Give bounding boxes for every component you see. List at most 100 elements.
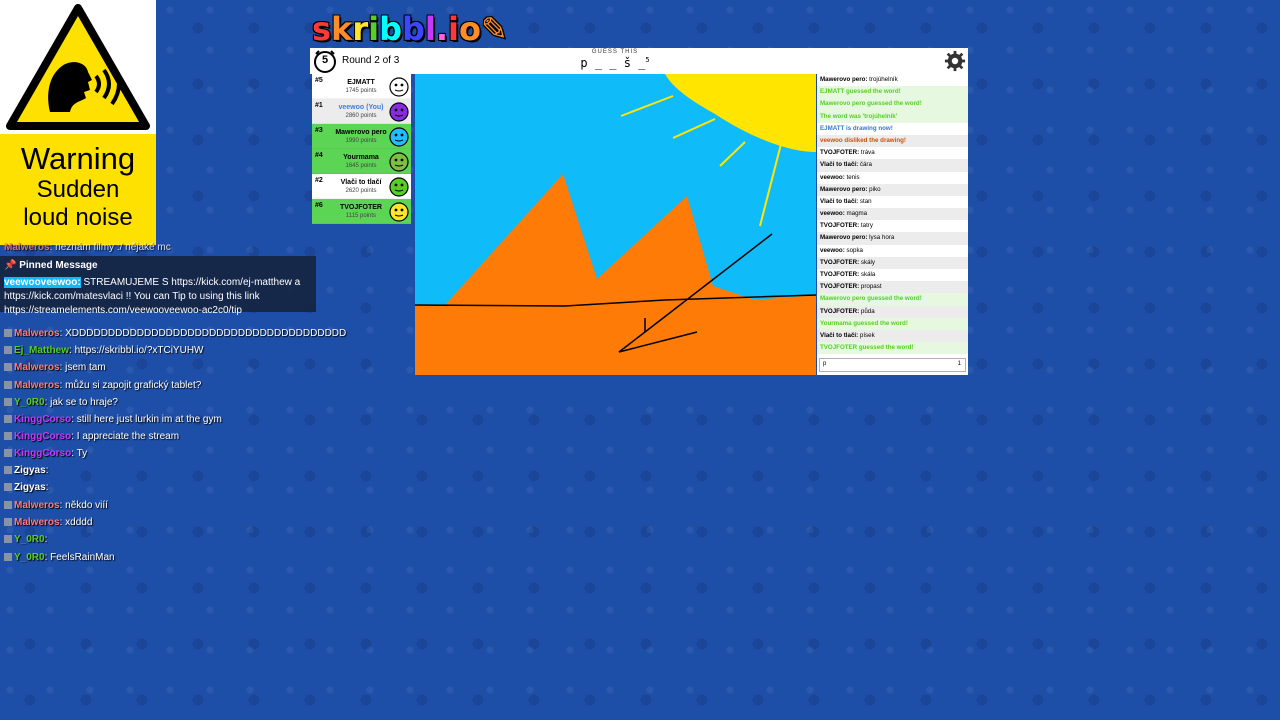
- chat-message: TVOJFOTER: skály: [817, 256, 968, 269]
- game-chat: Mawerovo pero: trojúhelník EJMATT guessed…: [817, 74, 968, 375]
- chat-user: Vlači to tlačí:: [820, 197, 860, 205]
- player-points: 2620 points: [345, 188, 377, 194]
- stream-chat-user: KinggCorso: [14, 431, 72, 442]
- chat-user: Mawerovo pero:: [820, 185, 870, 193]
- user-badge-icon: [4, 432, 12, 441]
- settings-gear-icon[interactable]: [944, 50, 966, 72]
- chat-text: TVOJFOTER guessed the word!: [820, 344, 914, 352]
- user-badge-icon: [4, 449, 12, 458]
- chat-user: veewoo:: [820, 210, 847, 218]
- chat-text: tatry: [860, 222, 873, 230]
- stream-chat-text: : můžu si zapojit grafický tablet?: [59, 380, 202, 391]
- stream-chat-user: KinggCorso: [14, 414, 72, 425]
- player-points: 1745 points: [345, 88, 377, 94]
- player-name: EJMATT: [347, 79, 375, 86]
- chat-message: TVOJFOTER: skála: [817, 269, 968, 282]
- player-rank: #2: [315, 177, 323, 184]
- player-row[interactable]: #6 TVOJFOTER 1115 points: [312, 199, 411, 224]
- stream-chat-message: KinggCorso: Ty: [4, 448, 87, 459]
- chat-message: Mawerovo pero: piko: [817, 183, 968, 196]
- chat-text: The word was 'trojúhelník': [820, 112, 898, 120]
- user-badge-icon: [4, 501, 12, 510]
- logo-letter: l: [424, 10, 436, 48]
- chat-message: The word was 'trojúhelník': [817, 110, 968, 123]
- player-avatar-icon: [389, 102, 409, 122]
- player-avatar-icon: [389, 127, 409, 147]
- player-points: 2860 points: [345, 113, 377, 119]
- guess-input[interactable]: p 1: [819, 358, 966, 372]
- chat-text: magma: [846, 210, 868, 218]
- chat-message: EJMATT guessed the word!: [817, 86, 968, 99]
- user-badge-icon: [4, 415, 12, 424]
- stream-chat-text: : jsem tam: [59, 362, 106, 373]
- chat-text: skály: [860, 258, 876, 266]
- stream-chat-user: Malweros: [4, 242, 50, 253]
- player-name: Vlači to tlačí: [340, 179, 382, 186]
- player-rank: #6: [315, 202, 323, 209]
- player-row[interactable]: #2 Vlači to tlačí 2620 points: [312, 174, 411, 199]
- stream-chat-user: Y_0R0: [14, 397, 45, 408]
- warning-text-panel: Warning Sudden loud noise: [0, 134, 156, 245]
- warning-triangle-icon: [6, 4, 150, 130]
- user-badge-icon: [4, 329, 12, 338]
- stream-chat-message: KinggCorso: still here just lurkin im at…: [4, 414, 222, 425]
- word-length: 5: [645, 56, 650, 64]
- logo-letter: o: [458, 10, 481, 48]
- chat-text: půda: [860, 307, 875, 315]
- pencil-icon: ✎: [480, 10, 508, 48]
- player-row[interactable]: #3 Mawerovo pero 1990 points: [312, 124, 411, 149]
- user-badge-icon: [4, 483, 12, 492]
- stream-chat-message: Malweros: XDDDDDDDDDDDDDDDDDDDDDDDDDDDDD…: [4, 328, 346, 339]
- warning-title: Warning: [20, 141, 136, 176]
- chat-text: sopka: [846, 246, 863, 254]
- chat-user: TVOJFOTER:: [820, 149, 861, 157]
- stream-chat-text: : xdddd: [59, 517, 93, 528]
- drawing-canvas[interactable]: [415, 74, 816, 375]
- stream-chat-message: Y_0R0:: [4, 534, 47, 545]
- chat-message: veewoo: magma: [817, 208, 968, 221]
- stream-chat-text: :: [45, 482, 49, 493]
- stream-chat-text: : Ty: [71, 448, 88, 459]
- stream-chat-overlay: Malweros: neznám filmy :/ nějaké mc 📌 Pi…: [0, 240, 346, 570]
- warning-line: loud noise: [23, 204, 133, 231]
- chat-user: TVOJFOTER:: [820, 258, 861, 266]
- logo-letter: .: [435, 10, 449, 48]
- stream-chat-user: Y_0R0: [14, 534, 45, 545]
- stream-chat-user: Malweros: [14, 500, 60, 511]
- stream-chat-message: Ej_Matthew: https://skribbl.io/?xTCiYUHW: [4, 345, 204, 356]
- chat-text: trojúhelník: [869, 76, 898, 83]
- player-rank: #4: [315, 152, 323, 159]
- stream-chat-user: Y_0R0: [14, 552, 45, 563]
- stream-chat-text: : XDDDDDDDDDDDDDDDDDDDDDDDDDDDDDDDDDDDDD…: [59, 328, 347, 339]
- stream-chat-text: :: [44, 534, 48, 545]
- stream-chat-text: : neznám filmy :/ nějaké mc: [49, 242, 171, 253]
- logo-letter: r: [352, 10, 369, 48]
- pinned-header: 📌 Pinned Message: [4, 260, 98, 271]
- chat-user: Mawerovo pero:: [820, 234, 870, 242]
- stream-chat-message: Zigyas:: [4, 482, 48, 493]
- player-rank: #3: [315, 127, 323, 134]
- chat-message: Mawerovo pero: trojúhelník: [817, 74, 968, 87]
- stream-chat-text: : jak se to hraje?: [44, 397, 118, 408]
- chat-message: veewoo disliked the drawing!: [817, 134, 968, 148]
- chat-user: TVOJFOTER:: [820, 307, 861, 315]
- player-points: 1115 points: [345, 213, 377, 219]
- player-row[interactable]: #4 Yourmama 1645 points: [312, 149, 411, 174]
- chat-text: EJMATT is drawing now!: [820, 124, 893, 132]
- chat-user: Vlači to tlačí:: [820, 331, 860, 339]
- chat-text: písek: [859, 331, 875, 339]
- chat-user: veewoo:: [820, 246, 847, 254]
- chat-text: stan: [859, 197, 872, 205]
- player-row[interactable]: #1 veewoo (You) 2860 points: [312, 99, 411, 124]
- stream-chat-message: KinggCorso: I appreciate the stream: [4, 431, 179, 442]
- stream-chat-text: :: [45, 465, 49, 476]
- skribbl-logo[interactable]: skribbl.io✎: [312, 10, 508, 48]
- player-list: #5 EJMATT 1745 points #1 veewoo (You) 2860 po…: [312, 74, 411, 224]
- player-row[interactable]: #5 EJMATT 1745 points: [312, 74, 411, 99]
- user-badge-icon: [4, 466, 12, 475]
- warning-line: Sudden: [36, 176, 120, 203]
- guess-char-count: 1: [957, 361, 961, 367]
- pinned-body: veewooveewoo: STREAMUJEME S https://kick…: [4, 276, 310, 318]
- stream-chat-user: Ej_Matthew: [14, 345, 70, 356]
- player-rank: #5: [315, 77, 323, 84]
